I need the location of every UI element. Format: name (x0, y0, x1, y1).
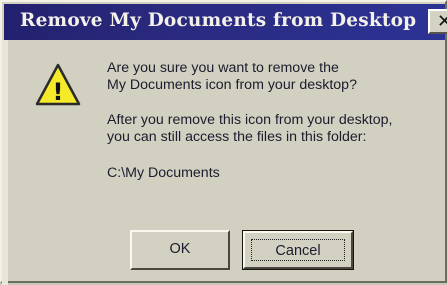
info-line-2: you can still access the files in this f… (107, 129, 367, 145)
question-line-1: Are you sure you want to remove the (107, 60, 339, 76)
remove-my-documents-dialog: Remove My Documents from Desktop ✕ ! Are… (0, 0, 447, 285)
cancel-button-label: Cancel (275, 243, 321, 259)
focus-rectangle: Cancel (251, 239, 345, 261)
warning-glyph: ! (53, 78, 64, 106)
info-line-1: After you remove this icon from your des… (107, 112, 393, 128)
ok-button-label: OK (169, 241, 191, 257)
ok-button[interactable]: OK (130, 230, 230, 270)
close-button[interactable]: ✕ (428, 9, 447, 34)
title-bar[interactable]: Remove My Documents from Desktop ✕ (4, 4, 447, 40)
question-line-2: My Documents icon from your desktop? (107, 77, 357, 93)
window-title: Remove My Documents from Desktop (20, 10, 417, 31)
cancel-button-bevel: Cancel (243, 231, 353, 269)
warning-icon: ! (35, 63, 81, 106)
folder-path: C:\My Documents (107, 165, 220, 181)
window-frame-edge (2, 40, 8, 285)
close-icon: ✕ (437, 11, 447, 32)
cancel-button[interactable]: Cancel (242, 230, 354, 270)
